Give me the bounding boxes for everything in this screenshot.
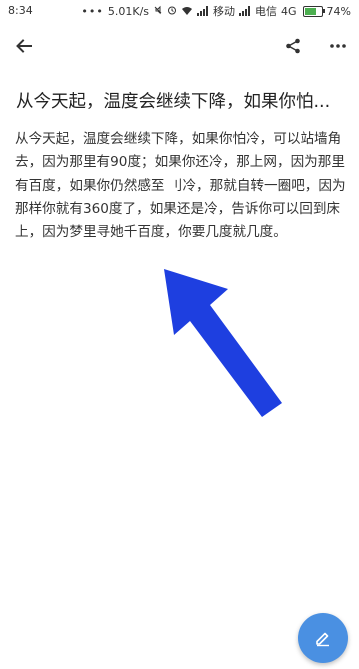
signal-icon (239, 6, 251, 16)
status-dots: ••• (81, 4, 104, 18)
edit-icon (316, 632, 329, 647)
status-time: 8:34 (8, 4, 33, 17)
arrow-back-icon (16, 39, 32, 53)
toolbar (0, 26, 359, 66)
alarm-icon (167, 5, 177, 18)
more-horizontal-icon (330, 44, 346, 48)
back-button[interactable] (12, 34, 36, 58)
battery-percent: 74% (326, 4, 351, 18)
network-type: 4G (281, 4, 297, 18)
carrier-2: 电信 (255, 5, 278, 18)
wifi-icon (181, 6, 193, 16)
signal-icon (197, 6, 209, 16)
status-bar: 8:34 ••• 5.01K/s 移动 电信 4G 74% (0, 0, 359, 22)
more-button[interactable] (326, 34, 350, 58)
edit-fab-button[interactable] (298, 613, 348, 663)
carrier-1: 移动 (213, 5, 236, 18)
status-icons: ••• 5.01K/s 移动 电信 4G 74% (81, 3, 351, 19)
share-icon (286, 38, 300, 54)
battery-fill (304, 7, 317, 15)
annotation-arrow-icon (164, 269, 282, 417)
share-button[interactable] (281, 34, 305, 58)
battery-icon (302, 5, 325, 17)
mute-icon (153, 5, 163, 18)
note-body[interactable]: 从今天起，温度会继续下降，如果你怕冷，可以站墙角去，因为那里有90度；如果你还冷… (15, 128, 348, 244)
net-speed: 5.01K/s (107, 4, 150, 18)
note-title[interactable]: 从今天起，温度会继续下降，如果你怕... (16, 90, 351, 114)
